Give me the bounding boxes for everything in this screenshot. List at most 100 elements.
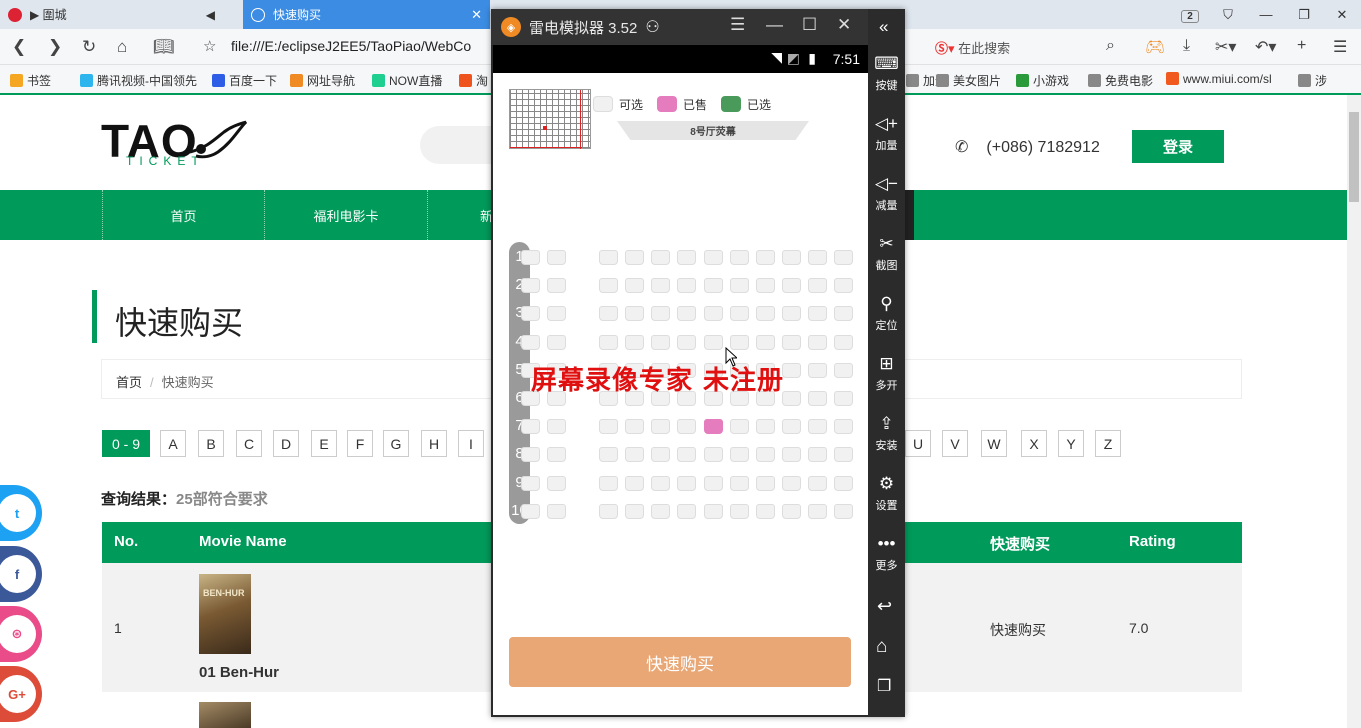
seat-available[interactable] xyxy=(677,334,696,350)
movie-poster[interactable]: BEN-HUR xyxy=(199,574,251,654)
forward-icon[interactable]: ❯ xyxy=(48,37,62,57)
site-search-input[interactable] xyxy=(420,126,495,164)
seat-available[interactable] xyxy=(808,334,827,350)
tab-quick-buy[interactable]: 快速购买 ✕ xyxy=(243,0,490,29)
search-input[interactable]: Ⓢ▾ 在此搜索 xyxy=(935,38,1010,57)
gamepad-icon[interactable]: ⚇ xyxy=(645,17,659,37)
seat-available[interactable] xyxy=(625,334,644,350)
letter-filter-0-9[interactable]: 0 - 9 xyxy=(102,430,150,457)
letter-filter-a[interactable]: A xyxy=(160,430,186,457)
new-tab-icon[interactable]: + xyxy=(1297,37,1306,55)
sidebar-keyboard[interactable]: ⌨ 按键 xyxy=(868,54,905,93)
sidebar-more[interactable]: ••• 更多 xyxy=(868,534,905,573)
menu-icon[interactable]: ☰ xyxy=(1333,37,1347,57)
seat-available[interactable] xyxy=(625,278,644,294)
seat-available[interactable] xyxy=(651,419,670,435)
bookmark-item[interactable]: 美女图片 xyxy=(936,72,1001,89)
facebook-button[interactable]: f xyxy=(0,546,42,602)
seat-available[interactable] xyxy=(782,306,801,322)
seat-available[interactable] xyxy=(599,419,618,435)
sidebar-location[interactable]: ⚲ 定位 xyxy=(868,294,905,333)
letter-filter-h[interactable]: H xyxy=(421,430,447,457)
undo-icon[interactable]: ↶▾ xyxy=(1255,37,1276,57)
letter-filter-u[interactable]: U xyxy=(905,430,931,457)
seat-available[interactable] xyxy=(599,475,618,491)
bookmark-item[interactable]: 免费电影 xyxy=(1088,72,1153,89)
home-icon[interactable]: ⌂ xyxy=(117,37,127,57)
seat-available[interactable] xyxy=(547,250,566,265)
movie-poster[interactable] xyxy=(199,702,251,728)
dribbble-button[interactable]: ⊛ xyxy=(0,606,42,662)
seat-available[interactable] xyxy=(704,306,723,322)
seat-available[interactable] xyxy=(521,250,540,265)
seat-available[interactable] xyxy=(651,447,670,463)
seat-available[interactable] xyxy=(756,503,775,519)
restore-icon[interactable]: ❐ xyxy=(1285,7,1323,23)
seat-available[interactable] xyxy=(547,419,566,435)
seat-available[interactable] xyxy=(599,306,618,322)
quick-buy-button[interactable]: 快速购买 xyxy=(509,637,851,687)
seat-available[interactable] xyxy=(599,278,618,294)
seat-available[interactable] xyxy=(625,503,644,519)
letter-filter-d[interactable]: D xyxy=(273,430,299,457)
seat-available[interactable] xyxy=(782,419,801,435)
seat-available[interactable] xyxy=(808,362,827,378)
seat-available[interactable] xyxy=(730,475,749,491)
seat-available[interactable] xyxy=(756,334,775,350)
emulator-maximize-icon[interactable]: ☐ xyxy=(802,15,817,35)
seat-available[interactable] xyxy=(730,503,749,519)
close-window-icon[interactable]: ✕ xyxy=(1323,7,1361,23)
sidebar-scissors[interactable]: ✂ 截图 xyxy=(868,234,905,273)
letter-filter-c[interactable]: C xyxy=(236,430,262,457)
reload-icon[interactable]: ↻ xyxy=(82,37,96,57)
seat-available[interactable] xyxy=(704,447,723,463)
seat-available[interactable] xyxy=(808,391,827,406)
seat-available[interactable] xyxy=(651,475,670,491)
letter-filter-i[interactable]: I xyxy=(458,430,484,457)
seat-available[interactable] xyxy=(782,250,801,265)
nav-home[interactable]: 首页 xyxy=(102,190,264,240)
seat-available[interactable] xyxy=(704,250,723,265)
seat-available[interactable] xyxy=(547,503,566,519)
sidebar-apk-install[interactable]: ⇪ 安装 xyxy=(868,414,905,453)
seat-available[interactable] xyxy=(625,419,644,435)
gamepad-icon[interactable]: 🎮︎ xyxy=(1145,37,1165,57)
bookmark-item[interactable]: 腾讯视频-中国领先 xyxy=(80,72,197,89)
android-recents-icon[interactable]: ❐ xyxy=(877,676,891,696)
seat-available[interactable] xyxy=(625,447,644,463)
seat-available[interactable] xyxy=(651,503,670,519)
seat-available[interactable] xyxy=(625,475,644,491)
seat-available[interactable] xyxy=(834,334,853,350)
seat-available[interactable] xyxy=(782,334,801,350)
tab-count-badge[interactable]: 2 xyxy=(1171,7,1209,23)
emulator-close-icon[interactable]: ✕ xyxy=(837,15,851,35)
bookmark-item[interactable]: 书签 xyxy=(10,72,51,89)
cut-icon[interactable]: ✂▾ xyxy=(1215,37,1236,57)
seat-available[interactable] xyxy=(730,419,749,435)
seat-available[interactable] xyxy=(677,250,696,265)
seat-available[interactable] xyxy=(782,391,801,406)
seat-available[interactable] xyxy=(599,447,618,463)
seat-available[interactable] xyxy=(834,391,853,406)
seat-available[interactable] xyxy=(677,419,696,435)
mute-icon[interactable]: ◀ xyxy=(206,8,215,22)
seat-available[interactable] xyxy=(677,475,696,491)
seat-available[interactable] xyxy=(599,503,618,519)
letter-filter-y[interactable]: Y xyxy=(1058,430,1084,457)
seat-available[interactable] xyxy=(808,306,827,322)
seat-available[interactable] xyxy=(704,334,723,350)
seat-available[interactable] xyxy=(834,306,853,322)
seat-available[interactable] xyxy=(782,362,801,378)
sidebar-volume-down[interactable]: ◁− 减量 xyxy=(868,174,905,213)
minimize-icon[interactable]: — xyxy=(1247,7,1285,22)
bookmark-item[interactable]: 涉 xyxy=(1298,72,1327,89)
nav-new[interactable]: 新 xyxy=(427,190,493,240)
seat-available[interactable] xyxy=(521,278,540,294)
seat-available[interactable] xyxy=(730,278,749,294)
seat-available[interactable] xyxy=(808,503,827,519)
seat-available[interactable] xyxy=(547,334,566,350)
seat-available[interactable] xyxy=(808,250,827,265)
seat-available[interactable] xyxy=(521,334,540,350)
address-input[interactable]: file:///E:/eclipseJ2EE5/TaoPiao/WebCo xyxy=(231,38,471,54)
seat-available[interactable] xyxy=(547,447,566,463)
